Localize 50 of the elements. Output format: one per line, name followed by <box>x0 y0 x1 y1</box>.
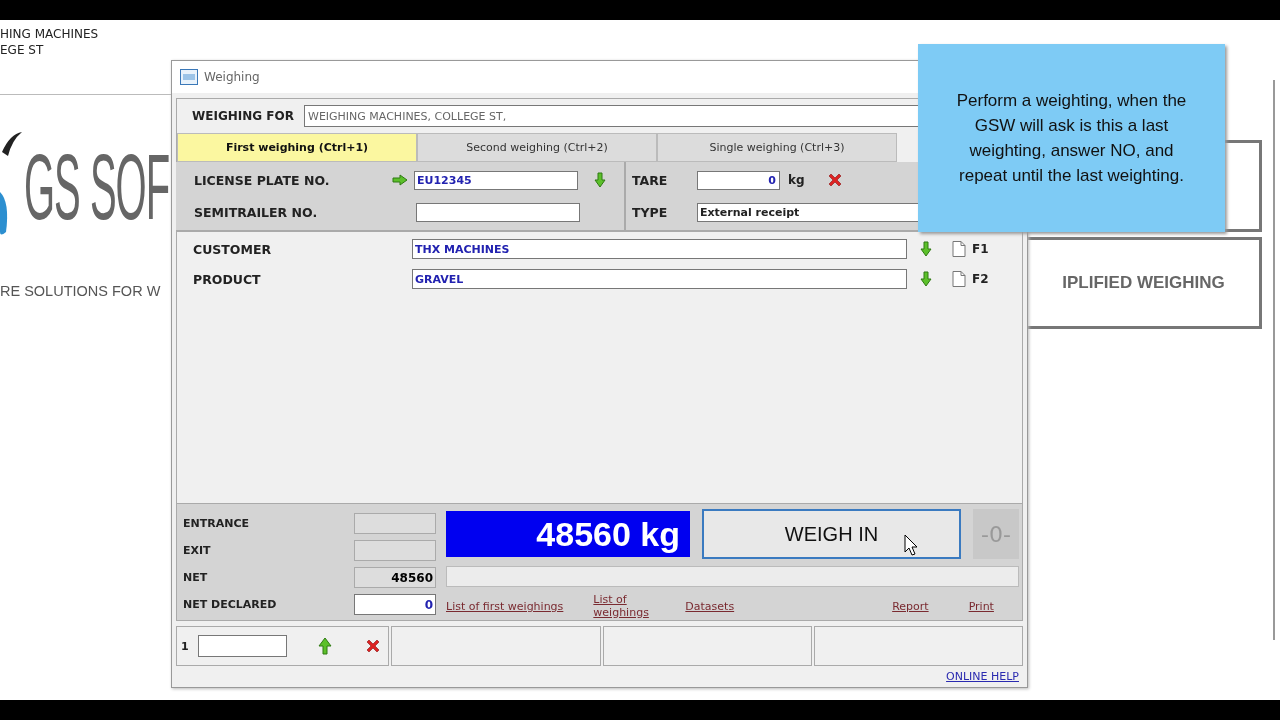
arrow-down-icon[interactable] <box>920 241 932 257</box>
net-declared-field[interactable]: 0 <box>354 594 436 615</box>
logo-text: GS SOF <box>24 141 170 233</box>
header-text: EGE ST <box>0 42 45 58</box>
delete-icon[interactable] <box>826 172 843 188</box>
header-text: HING MACHINES <box>0 26 99 42</box>
field-label: NET <box>183 571 209 584</box>
link[interactable]: Datasets <box>685 599 735 613</box>
app-icon <box>180 69 198 85</box>
link[interactable]: Print <box>968 599 994 613</box>
field-label: ENTRANCE <box>183 517 250 530</box>
window-title: Weighing <box>204 70 260 84</box>
delete-icon[interactable] <box>364 638 381 654</box>
shortcut-label: F1 <box>972 242 989 256</box>
link[interactable]: List of weighings <box>593 593 656 619</box>
field-label: WEIGHING FOR <box>192 109 295 123</box>
tab[interactable]: Single weighing (Ctrl+3) <box>657 133 897 162</box>
field-label: PRODUCT <box>192 271 262 287</box>
license-plate-field[interactable]: EU12345 <box>414 170 578 190</box>
link[interactable]: Report <box>892 599 929 613</box>
arrow-up-icon[interactable] <box>317 637 332 655</box>
arrow-right-icon <box>392 174 408 186</box>
field-label: TYPE <box>632 204 669 220</box>
field-label: EXIT <box>183 544 212 557</box>
lookup-field[interactable]: GRAVEL <box>412 269 907 289</box>
weight-display: 48560 kg <box>446 511 690 557</box>
field-label: CUSTOMER <box>192 241 273 257</box>
readonly-field: 48560 <box>354 567 436 588</box>
field-label: LICENSE PLATE NO. <box>193 172 331 188</box>
document-icon[interactable] <box>952 271 966 287</box>
tab[interactable]: First weighing (Ctrl+1) <box>177 133 417 162</box>
document-icon[interactable] <box>952 241 966 257</box>
row-number: 1 <box>181 639 189 653</box>
input-field[interactable] <box>197 635 287 657</box>
online-help-link[interactable]: ONLINE HELP <box>946 670 1019 683</box>
semitrailer-field[interactable] <box>416 202 580 222</box>
link[interactable]: List of first weighings <box>446 599 564 613</box>
weigh-in-button[interactable]: WEIGH IN <box>702 509 961 559</box>
field-label: SEMITRAILER NO. <box>193 204 319 220</box>
arrow-down-icon[interactable] <box>920 271 932 287</box>
unit-label: kg <box>788 173 805 187</box>
tagline: RE SOLUTIONS FOR W <box>0 283 161 299</box>
field-label: NET DECLARED <box>183 598 278 611</box>
field-label: TARE <box>632 172 669 188</box>
cursor-icon <box>904 534 918 556</box>
tare-field[interactable]: 0 <box>697 170 780 190</box>
tab[interactable]: Second weighing (Ctrl+2) <box>417 133 657 162</box>
arrow-down-icon <box>594 172 606 188</box>
lookup-field[interactable]: THX MACHINES <box>412 239 907 259</box>
shortcut-label: F2 <box>972 272 989 286</box>
